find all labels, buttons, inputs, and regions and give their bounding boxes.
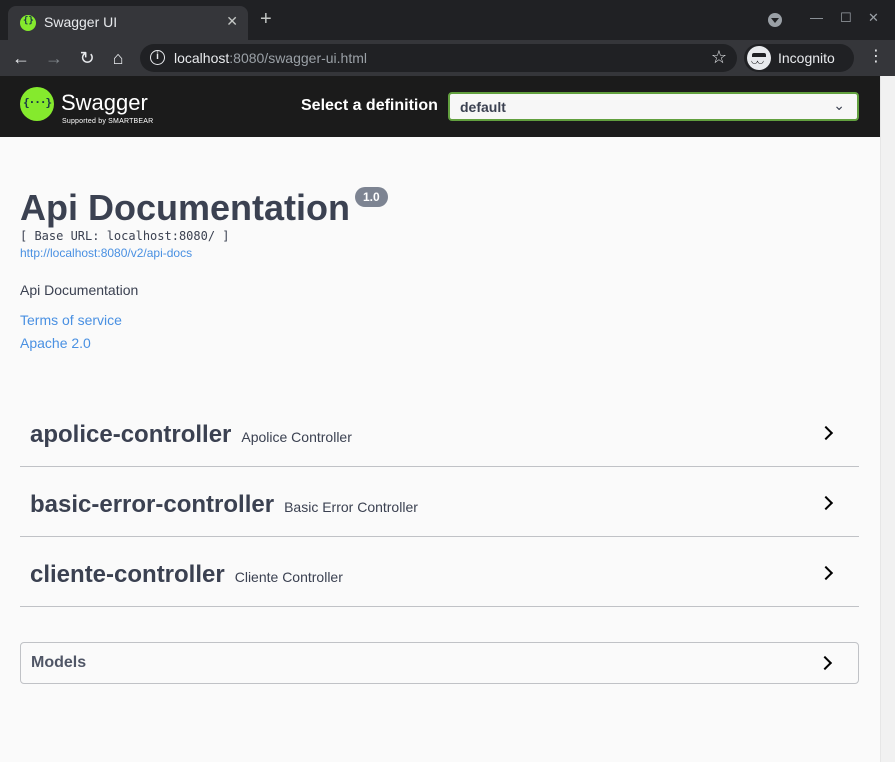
swagger-logo-icon[interactable] <box>20 87 54 121</box>
controller-section-apolice[interactable]: apolice-controller Apolice Controller <box>20 397 859 467</box>
incognito-badge[interactable]: Incognito <box>744 44 854 72</box>
api-docs-link[interactable]: http://localhost:8080/v2/api-docs <box>20 246 192 260</box>
chevron-right-icon[interactable] <box>818 425 834 441</box>
definition-label: Select a definition <box>301 97 438 114</box>
swagger-topbar: Swagger Supported by SMARTBEAR Select a … <box>0 76 880 137</box>
api-title: Api Documentation <box>20 187 350 228</box>
reload-icon[interactable]: ↻ <box>76 47 98 69</box>
swagger-favicon-icon <box>20 15 36 31</box>
browser-toolbar: ← → ↻ ⌂ i localhost:8080/swagger-ui.html… <box>0 40 895 76</box>
bookmark-star-icon[interactable]: ☆ <box>711 47 727 68</box>
api-description: Api Documentation <box>20 282 139 298</box>
close-tab-icon[interactable]: ✕ <box>226 13 238 30</box>
version-badge: 1.0 <box>355 187 388 207</box>
base-url: [ Base URL: localhost:8080/ ] <box>20 229 230 243</box>
info-icon[interactable]: i <box>150 50 165 65</box>
new-tab-icon[interactable]: + <box>260 9 272 29</box>
page-scrollbar[interactable] <box>880 76 895 762</box>
controller-description: Cliente Controller <box>234 569 343 585</box>
controller-title: cliente-controller Cliente Controller <box>30 561 343 588</box>
controller-section-cliente[interactable]: cliente-controller Cliente Controller <box>20 537 859 607</box>
maximize-icon[interactable]: ☐ <box>840 10 852 26</box>
home-icon[interactable]: ⌂ <box>107 47 129 69</box>
forward-arrow-icon[interactable]: → <box>43 47 65 69</box>
url-text: localhost:8080/swagger-ui.html <box>174 50 368 66</box>
models-section[interactable]: Models <box>20 642 859 684</box>
browser-tabbar: Swagger UI ✕ + — ☐ ✕ <box>0 0 895 40</box>
tab-search-icon[interactable] <box>768 13 782 27</box>
logo-text[interactable]: Swagger <box>61 90 148 116</box>
controller-section-basic-error[interactable]: basic-error-controller Basic Error Contro… <box>20 467 859 537</box>
models-label: Models <box>31 654 87 671</box>
chevron-right-icon[interactable] <box>818 495 834 511</box>
browser-tab[interactable]: Swagger UI ✕ <box>8 6 248 40</box>
chevron-right-icon[interactable] <box>818 565 834 581</box>
definition-select[interactable]: default ⌄ <box>448 92 859 121</box>
controller-description: Basic Error Controller <box>284 499 418 515</box>
address-bar[interactable]: i localhost:8080/swagger-ui.html ☆ <box>140 44 737 72</box>
minimize-icon[interactable]: — <box>810 10 823 25</box>
logo-subtitle: Supported by SMARTBEAR <box>62 118 154 125</box>
controller-title: apolice-controller Apolice Controller <box>30 421 352 448</box>
back-arrow-icon[interactable]: ← <box>10 47 32 69</box>
browser-menu-icon[interactable]: ⋮ <box>868 49 884 65</box>
incognito-label: Incognito <box>778 50 835 66</box>
controller-description: Apolice Controller <box>241 429 352 445</box>
close-window-icon[interactable]: ✕ <box>868 10 879 26</box>
definition-value: default <box>460 99 506 115</box>
controller-title: basic-error-controller Basic Error Contro… <box>30 491 418 518</box>
incognito-icon <box>747 46 771 70</box>
chevron-down-icon: ⌄ <box>833 97 845 113</box>
tab-title: Swagger UI <box>44 14 118 30</box>
chevron-right-icon[interactable] <box>817 655 833 671</box>
terms-of-service-link[interactable]: Terms of service <box>20 312 122 328</box>
license-link[interactable]: Apache 2.0 <box>20 335 91 351</box>
